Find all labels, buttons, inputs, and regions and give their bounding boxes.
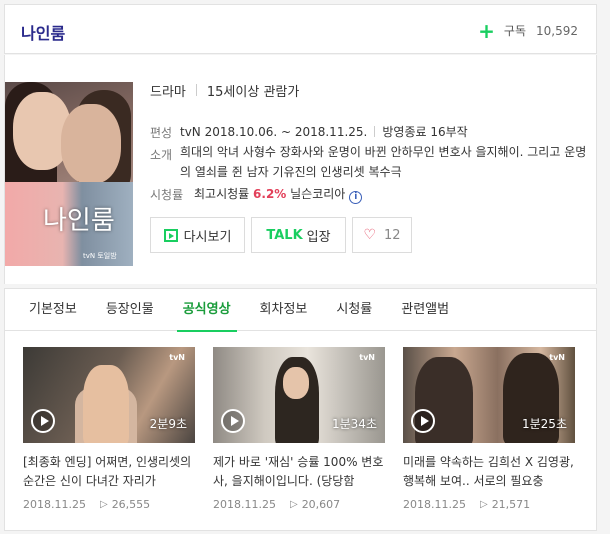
video-views: 21,571 [491, 498, 531, 511]
tab-related-albums[interactable]: 관련앨범 [401, 289, 449, 331]
poster-image[interactable]: 나인룸 tvN 토일밤 [5, 82, 133, 266]
subscribe-label: 구독 [503, 24, 526, 38]
video-thumbnail[interactable]: tvN 2분9초 [23, 347, 195, 443]
schedule-label: 편성 [150, 126, 173, 140]
video-list: tvN 2분9초 [최종화 엔딩] 어쩌면, 인생리셋의 순간은 신이 다녀간 … [23, 347, 593, 511]
ratings-source: 닐슨코리아 [290, 187, 346, 201]
poster-channel: tvN 토일밤 [83, 252, 117, 260]
views-icon: ▷ [99, 499, 108, 510]
play-icon[interactable] [221, 409, 245, 433]
views-icon: ▷ [479, 499, 488, 510]
video-item[interactable]: tvN 2분9초 [최종화 엔딩] 어쩌면, 인생리셋의 순간은 신이 다녀간 … [23, 347, 195, 511]
video-views: 20,607 [301, 498, 341, 511]
like-button[interactable]: ♡ 12 [352, 217, 412, 253]
video-date: 2018.11.25 [213, 498, 276, 511]
video-thumbnail[interactable]: tvN 1분25초 [403, 347, 575, 443]
genre-row: 드라마 15세이상 관람가 [150, 80, 586, 100]
channel-logo: tvN [169, 353, 185, 362]
channel-name[interactable]: tvN [180, 125, 201, 139]
program-title[interactable]: 나인룸 [21, 20, 65, 44]
video-date: 2018.11.25 [403, 498, 466, 511]
talk-button[interactable]: TALK 입장 [251, 217, 346, 253]
channel-logo: tvN [359, 353, 375, 362]
video-title[interactable]: 제가 바로 '재심' 승률 100% 변호사, 을지해이입니다. (당당함 [213, 453, 385, 491]
talk-brand: TALK [266, 227, 303, 243]
tab-characters[interactable]: 등장인물 [106, 289, 154, 331]
schedule-value: tvN 2018.10.06. ~ 2018.11.25. 방영종료 16부작 [180, 124, 468, 141]
video-title[interactable]: 미래를 약속하는 김희선 X 김영광, 행복해 보여.. 서로의 필요충 [403, 453, 575, 491]
header-bar: 나인룸 + 구독 10,592 [4, 4, 597, 54]
thumbnail-figure [283, 367, 309, 399]
views-icon: ▷ [289, 499, 298, 510]
video-meta: 2018.11.25 ▷ 20,607 [213, 498, 385, 511]
video-meta: 2018.11.25 ▷ 21,571 [403, 498, 575, 511]
ratings-label: 시청률 [150, 188, 184, 202]
play-icon[interactable] [411, 409, 435, 433]
program-meta: 드라마 15세이상 관람가 편성 tvN 2018.10.06. ~ 2018.… [150, 80, 586, 204]
tab-episodes[interactable]: 회차정보 [260, 289, 308, 331]
play-icon [163, 228, 178, 242]
poster-logo: 나인룸 [43, 206, 115, 236]
info-icon[interactable]: i [349, 191, 363, 204]
tab-official-videos[interactable]: 공식영상 [176, 289, 237, 332]
video-meta: 2018.11.25 ▷ 26,555 [23, 498, 195, 511]
video-thumbnail[interactable]: tvN 1분34초 [213, 347, 385, 443]
like-count: 12 [384, 227, 401, 243]
poster-figure [61, 104, 121, 184]
content-section: 기본정보 등장인물 공식영상 회차정보 시청률 관련앨범 tvN 2분9초 [최… [4, 288, 597, 531]
video-item[interactable]: tvN 1분25초 미래를 약속하는 김희선 X 김영광, 행복해 보여.. 서… [403, 347, 575, 511]
program-card: 나인룸 + 구독 10,592 나인룸 tvN 토일밤 드라마 15세이상 관람… [4, 4, 597, 531]
ratings-value-row: 최고시청률 6.2% 닐슨코리아 i [194, 186, 363, 204]
ratings-prefix: 최고시청률 [194, 187, 250, 201]
subscribe-count: 10,592 [536, 23, 578, 38]
tab-bar: 기본정보 등장인물 공식영상 회차정보 시청률 관련앨범 [5, 289, 596, 332]
schedule-row: 편성 tvN 2018.10.06. ~ 2018.11.25. 방영종료 16부… [150, 124, 468, 141]
channel-logo: tvN [549, 353, 565, 362]
video-views: 26,555 [111, 498, 151, 511]
intro-label: 소개 [150, 148, 173, 162]
action-buttons: 다시보기 TALK 입장 ♡ 12 [150, 217, 418, 253]
program-info: 나인룸 tvN 토일밤 드라마 15세이상 관람가 편성 tvN 2018.10… [4, 55, 597, 284]
heart-icon: ♡ [363, 227, 376, 243]
divider [374, 126, 376, 137]
divider [195, 84, 197, 96]
tab-basic-info[interactable]: 기본정보 [29, 289, 77, 331]
video-duration: 2분9초 [149, 417, 187, 431]
ratings-row: 시청률 최고시청률 6.2% 닐슨코리아 i [150, 186, 363, 204]
genre-link[interactable]: 드라마 [150, 81, 186, 100]
replay-button[interactable]: 다시보기 [150, 217, 245, 253]
ratings-value: 6.2% [253, 187, 287, 201]
replay-label: 다시보기 [183, 229, 232, 245]
thumbnail-figure [83, 365, 129, 443]
air-dates: 2018.10.06. ~ 2018.11.25. [204, 125, 368, 139]
intro-text: 희대의 악녀 사형수 장화사와 운명이 바뀐 안하무인 변호사 을지해이. 그리… [180, 145, 587, 179]
play-icon[interactable] [31, 409, 55, 433]
video-date: 2018.11.25 [23, 498, 86, 511]
video-duration: 1분34초 [332, 417, 377, 431]
air-status: 방영종료 16부작 [382, 125, 468, 139]
plus-icon: + [478, 18, 495, 43]
intro-row: 소개 희대의 악녀 사형수 장화사와 운명이 바뀐 안하무인 변호사 을지해이.… [150, 145, 590, 182]
age-rating: 15세이상 관람가 [206, 84, 300, 100]
video-title[interactable]: [최종화 엔딩] 어쩌면, 인생리셋의 순간은 신이 다녀간 자리가 [23, 453, 195, 491]
subscribe-button[interactable]: + 구독 10,592 [478, 18, 578, 43]
video-duration: 1분25초 [522, 417, 567, 431]
video-item[interactable]: tvN 1분34초 제가 바로 '재심' 승률 100% 변호사, 을지해이입니… [213, 347, 385, 511]
tab-ratings[interactable]: 시청률 [336, 289, 372, 331]
talk-label: 입장 [306, 229, 331, 245]
